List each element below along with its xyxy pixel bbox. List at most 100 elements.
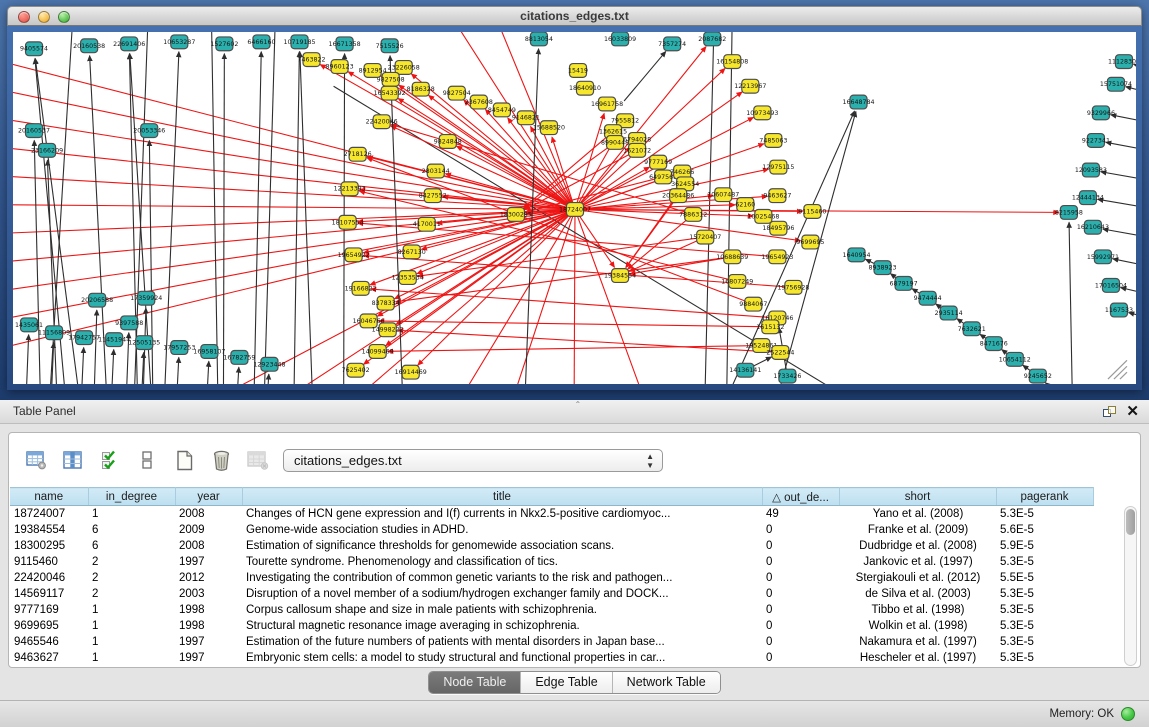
network-node[interactable]: 10973493 (746, 106, 778, 120)
network-node[interactable]: 18107554 (332, 215, 364, 229)
network-node[interactable]: 15992971 (1087, 250, 1119, 264)
network-node[interactable]: 18640910 (569, 81, 601, 95)
network-node[interactable]: 2718126 (344, 147, 372, 161)
table-row[interactable]: 946554611997Estimation of the future num… (10, 634, 1093, 650)
network-node[interactable]: 9397588 (115, 316, 143, 330)
network-node[interactable]: 16033809 (604, 32, 636, 46)
network-node[interactable]: 9474444 (914, 291, 942, 305)
network-node[interactable]: 62160 (735, 198, 755, 212)
network-node[interactable]: 16782759 (223, 350, 255, 364)
scrollbar-thumb[interactable] (1126, 509, 1135, 535)
table-cell[interactable]: Corpus callosum shape and size in male p… (242, 602, 762, 618)
table-row[interactable]: 1456911722003Disruption of a novel membe… (10, 586, 1093, 602)
network-node[interactable]: 9405574 (20, 42, 48, 56)
network-node[interactable]: 14136141 (729, 363, 761, 377)
table-cell[interactable]: Wolkin et al. (1998) (839, 618, 996, 634)
column-header-short[interactable]: short (839, 488, 996, 506)
table-row[interactable]: 1872400712008Changes of HCN gene express… (10, 506, 1093, 522)
select-all-columns-button[interactable] (95, 445, 125, 475)
network-node[interactable]: 2935114 (935, 306, 963, 320)
network-view-window[interactable]: citations_edges.txt 18724007183002951938… (7, 6, 1142, 390)
table-cell[interactable]: 18300295 (10, 538, 88, 554)
table-cell[interactable]: Dudbridge et al. (2008) (839, 538, 996, 554)
delete-column-button[interactable] (206, 445, 236, 475)
network-node[interactable]: 7463822 (297, 53, 325, 67)
table-cell[interactable]: Yano et al. (2008) (839, 506, 996, 522)
network-node[interactable]: 9699695 (796, 235, 824, 249)
table-row[interactable]: 946362711997Embryonic stem cells: a mode… (10, 650, 1093, 666)
table-cell[interactable]: 9465546 (10, 634, 88, 650)
table-cell[interactable]: 6 (88, 538, 175, 554)
table-cell[interactable]: 2 (88, 554, 175, 570)
network-node[interactable]: 19166822 (345, 281, 377, 295)
table-row[interactable]: 1830029562008Estimation of significance … (10, 538, 1093, 554)
vertical-scrollbar[interactable] (1124, 506, 1137, 666)
canvas-resize-grip[interactable] (1108, 360, 1127, 379)
table-scroll-area[interactable]: namein_degreeyeartitle△ out_de...shortpa… (10, 487, 1139, 666)
table-cell[interactable]: Tourette syndrome. Phenomenology and cla… (242, 554, 762, 570)
network-node[interactable]: 16958107 (193, 345, 225, 359)
network-node[interactable]: 16914469 (395, 365, 427, 379)
network-node[interactable]: 9827504 (443, 86, 471, 100)
column-header-name[interactable]: name (10, 488, 88, 506)
network-node[interactable]: 7632621 (958, 322, 986, 336)
table-cell[interactable]: Franke et al. (2009) (839, 522, 996, 538)
network-node[interactable]: 9227341 (1082, 134, 1110, 148)
window-titlebar[interactable]: citations_edges.txt (7, 6, 1142, 26)
network-node[interactable]: 17016504 (1095, 278, 1127, 292)
table-cell[interactable]: 1 (88, 506, 175, 522)
network-node[interactable]: 2087682 (698, 32, 726, 46)
split-pane-handle[interactable]: ⌃ (575, 400, 582, 409)
network-node[interactable]: 8215958 (1055, 206, 1083, 220)
tab-node-table[interactable]: Node Table (429, 672, 520, 693)
window-minimize-button[interactable] (38, 11, 50, 23)
network-node[interactable]: 1527602 (210, 37, 238, 51)
table-cell[interactable]: 0 (762, 618, 839, 634)
unselect-all-columns-button[interactable] (132, 445, 162, 475)
table-cell[interactable]: 5.3E-5 (996, 634, 1093, 650)
table-cell[interactable]: Hescheler et al. (1997) (839, 650, 996, 666)
network-node[interactable]: 8471676 (980, 337, 1008, 351)
table-row[interactable]: 969969511998Structural magnetic resonanc… (10, 618, 1093, 634)
table-cell[interactable]: 9463627 (10, 650, 88, 666)
column-header-in_degree[interactable]: in_degree (88, 488, 175, 506)
table-cell[interactable]: Structural magnetic resonance image aver… (242, 618, 762, 634)
network-canvas[interactable]: 1872400718300295193845542322605898275081… (13, 32, 1136, 384)
network-node[interactable]: 1167533 (1105, 303, 1133, 317)
network-node[interactable]: 17957253 (163, 341, 195, 355)
table-cell[interactable]: 1998 (175, 618, 242, 634)
network-node[interactable]: 19654923 (761, 250, 793, 264)
table-cell[interactable]: 2008 (175, 506, 242, 522)
table-cell[interactable]: 2 (88, 586, 175, 602)
table-cell[interactable]: 5.3E-5 (996, 650, 1093, 666)
table-cell[interactable]: 0 (762, 522, 839, 538)
network-node[interactable]: 20053346 (133, 124, 165, 138)
table-cell[interactable]: 0 (762, 602, 839, 618)
table-selector[interactable]: citations_edges.txt ▲▼ (283, 449, 663, 472)
network-node[interactable]: 12213967 (734, 79, 766, 93)
table-row[interactable]: 2242004622012Investigating the contribut… (10, 570, 1093, 586)
network-node[interactable]: 10607487 (707, 188, 739, 202)
network-node[interactable]: 12444134 (1072, 191, 1104, 205)
table-cell[interactable]: 2008 (175, 538, 242, 554)
column-header-out_de[interactable]: △ out_de... (762, 488, 839, 506)
table-cell[interactable]: 9699695 (10, 618, 88, 634)
network-node[interactable]: 12975115 (762, 160, 794, 174)
table-cell[interactable]: 5.6E-5 (996, 522, 1093, 538)
network-node[interactable]: 10719185 (283, 35, 315, 49)
network-node[interactable]: 9245652 (1024, 369, 1052, 383)
network-node[interactable]: 16807249 (721, 275, 753, 289)
table-cell[interactable]: Nakamura et al. (1997) (839, 634, 996, 650)
network-node[interactable]: 16648784 (842, 95, 874, 109)
table-cell[interactable]: Investigating the contribution of common… (242, 570, 762, 586)
table-row[interactable]: 977716911998Corpus callosum shape and si… (10, 602, 1093, 618)
delete-table-button[interactable] (243, 445, 273, 475)
network-node[interactable]: 16671358 (329, 37, 361, 51)
table-cell[interactable]: 14569117 (10, 586, 88, 602)
table-cell[interactable]: Disruption of a novel member of a sodium… (242, 586, 762, 602)
network-node[interactable]: 8960123 (326, 60, 354, 74)
tab-network-table[interactable]: Network Table (612, 672, 720, 693)
table-cell[interactable]: 1997 (175, 554, 242, 570)
network-node[interactable]: 9884067 (739, 297, 767, 311)
network-node[interactable]: 12923448 (253, 357, 285, 371)
